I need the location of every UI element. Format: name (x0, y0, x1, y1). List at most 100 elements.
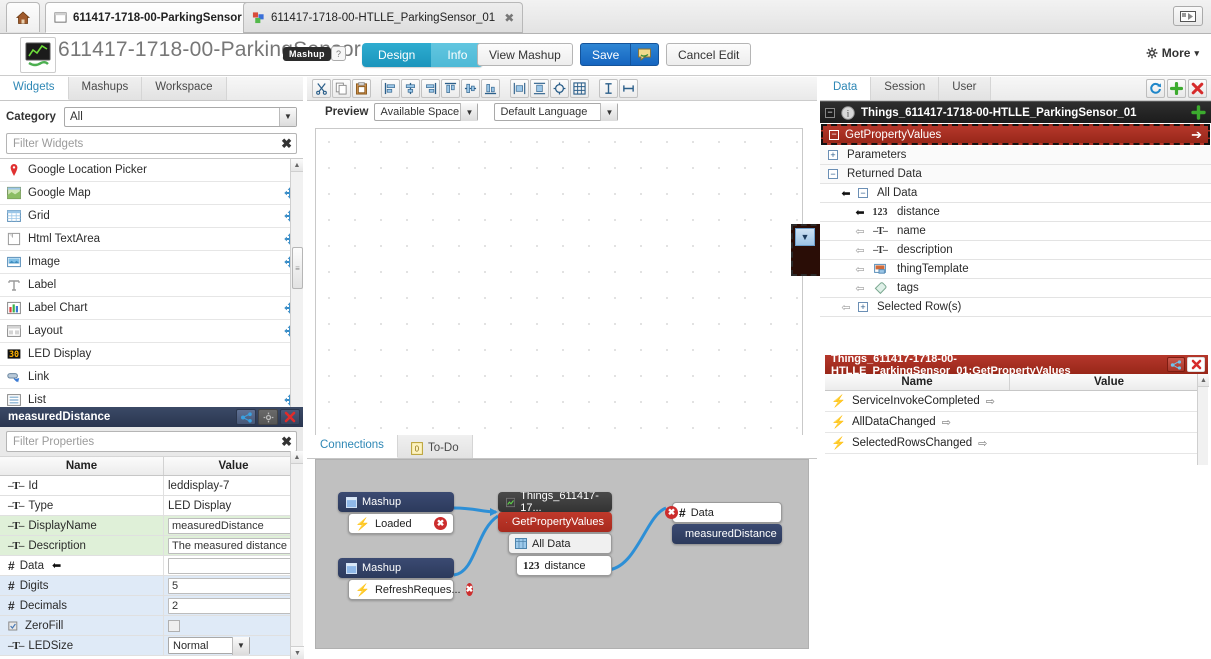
property-row[interactable]: –T– Type LED Display (0, 496, 303, 516)
property-value-cell[interactable]: leddisplay-7 (164, 476, 303, 495)
view-mashup-button[interactable]: View Mashup (477, 43, 573, 66)
align-middle-icon[interactable] (461, 79, 480, 98)
data-tree-node[interactable]: − Returned Data (820, 165, 1211, 184)
tab-session[interactable]: Session (871, 77, 940, 100)
browser-tab-1[interactable]: 611417-1718-00-HTLLE_ParkingSensor_01 ✖ (243, 2, 524, 33)
align-left-icon[interactable] (381, 79, 400, 98)
settings-gear-icon[interactable] (258, 409, 278, 425)
binding-arrow-inactive-icon[interactable]: ⇦ (854, 244, 866, 257)
data-tree-node[interactable]: + Parameters (820, 146, 1211, 165)
collapse-icon[interactable]: − (825, 107, 835, 118)
property-value-cell[interactable]: The measured distance (164, 536, 303, 555)
binding-arrow-icon[interactable]: ⬅ (840, 187, 852, 200)
event-row[interactable]: ⚡ ServiceInvokeCompleted ⇨ (825, 391, 1208, 412)
property-value-input[interactable]: 2 (168, 597, 299, 614)
binding-arrow-inactive-icon[interactable]: ⇦ (854, 225, 866, 238)
browser-tab-0[interactable]: 611417-1718-00-ParkingSensor ✖ (45, 2, 270, 33)
properties-scrollbar[interactable]: ▲ ▼ (290, 451, 304, 659)
binding-arrow-icon[interactable]: ⇨ (986, 395, 995, 408)
expand-icon[interactable]: + (858, 302, 868, 312)
clear-icon[interactable]: ✖ (281, 136, 292, 152)
preview-space-select[interactable]: Available Space ▼ (374, 103, 479, 121)
property-value-cell[interactable] (164, 556, 303, 575)
add-icon[interactable] (1191, 105, 1206, 120)
binding-arrow-inactive-icon[interactable]: ⇦ (840, 301, 852, 314)
distribute-horizontal-icon[interactable] (510, 79, 529, 98)
binding-arrow-icon[interactable]: ⇨ (978, 437, 987, 450)
restore-window-icon[interactable] (1173, 6, 1203, 26)
clear-icon[interactable]: ✖ (281, 434, 292, 450)
property-value-input[interactable]: 5 (168, 577, 299, 594)
property-value-input[interactable] (168, 557, 299, 574)
align-center-icon[interactable] (401, 79, 420, 98)
arrow-right-icon[interactable]: ➔ (1191, 127, 1202, 143)
scroll-down-icon[interactable]: ▼ (291, 646, 304, 659)
filter-widgets-input[interactable]: Filter Widgets ✖ (6, 133, 297, 154)
filter-properties-input[interactable]: Filter Properties ✖ (6, 431, 297, 452)
binding-arrow-inactive-icon[interactable]: ⇦ (854, 282, 866, 295)
binding-arrow-icon[interactable]: ⇨ (942, 416, 951, 429)
scroll-thumb[interactable]: ≡ (292, 247, 303, 289)
distribute-vertical-icon[interactable] (530, 79, 549, 98)
refresh-icon[interactable] (1146, 79, 1165, 98)
mashup-canvas[interactable] (315, 128, 803, 488)
grid-toggle-icon[interactable] (570, 79, 589, 98)
collapse-icon[interactable]: − (858, 188, 868, 198)
binding-arrow-icon[interactable]: ⬅ (854, 206, 866, 219)
add-icon[interactable] (1167, 79, 1186, 98)
data-tree-node[interactable]: ⇦ –T– description (820, 241, 1211, 260)
property-row[interactable]: # Data ⬅ (0, 556, 303, 576)
browser-tab-close[interactable]: ✖ (504, 11, 514, 25)
connections-canvas[interactable]: Mashup ⚡ Loaded ✖ Mashup ⚡ RefreshReques… (315, 459, 809, 649)
data-tree-node[interactable]: ⇦ tags (820, 279, 1211, 298)
chevron-down-icon[interactable]: ▼ (795, 228, 815, 246)
tab-user[interactable]: User (939, 77, 991, 100)
align-right-icon[interactable] (421, 79, 440, 98)
node-mashup-refresh[interactable]: Mashup (338, 558, 454, 578)
property-row[interactable]: # Digits 5 (0, 576, 303, 596)
property-row[interactable]: # Decimals 2 (0, 596, 303, 616)
tab-widgets[interactable]: Widgets (0, 77, 69, 100)
property-value-cell[interactable]: LED Display (164, 496, 303, 515)
property-value-input[interactable]: measuredDistance (168, 517, 299, 534)
widget-list-item[interactable]: Label (0, 274, 302, 297)
cut-icon[interactable] (312, 79, 331, 98)
comment-icon[interactable] (631, 48, 658, 61)
resize-height-icon[interactable] (599, 79, 618, 98)
property-value-checkbox[interactable] (168, 619, 180, 632)
preview-language-select[interactable]: Default Language ▼ (494, 103, 619, 121)
error-badge-icon[interactable]: ✖ (434, 517, 447, 530)
align-bottom-icon[interactable] (481, 79, 500, 98)
tab-mashups[interactable]: Mashups (68, 77, 143, 100)
property-value-input[interactable]: The measured distance (168, 537, 299, 554)
widget-list-item[interactable]: Image (0, 251, 302, 274)
data-tree-node[interactable]: ⬅ 123 distance (820, 203, 1211, 222)
data-source-root[interactable]: − i Things_611417-1718-00-HTLLE_ParkingS… (820, 101, 1211, 123)
node-service-getpropertyvalues[interactable]: GetPropertyValues (498, 512, 612, 532)
help-button[interactable]: ? (331, 46, 346, 61)
node-measured-distance[interactable]: measuredDistance (672, 524, 782, 544)
tab-data[interactable]: Data (820, 77, 872, 100)
selected-service-row[interactable]: − GetPropertyValues ➔ (821, 124, 1210, 145)
home-tab[interactable] (6, 2, 40, 32)
tab-info[interactable]: Info (431, 43, 484, 67)
tab-design[interactable]: Design (362, 43, 432, 67)
paste-icon[interactable] (352, 79, 371, 98)
data-tree-node[interactable]: ⇦ thingTemplate (820, 260, 1211, 279)
copy-icon[interactable] (332, 79, 351, 98)
events-scrollbar[interactable]: ▲ (1197, 374, 1209, 465)
node-all-data[interactable]: All Data (508, 533, 612, 554)
category-select[interactable]: All ▼ (64, 106, 297, 127)
scroll-up-icon[interactable]: ▲ (291, 451, 303, 464)
property-row[interactable]: –T– LEDSize Normal ▼ (0, 636, 303, 656)
save-button[interactable]: Save (580, 43, 660, 66)
event-row[interactable]: ⚡ AllDataChanged ⇨ (825, 412, 1208, 433)
property-value-cell[interactable]: Normal ▼ (164, 636, 303, 655)
data-tree-node[interactable]: ⇦ –T– name (820, 222, 1211, 241)
node-mashup-loaded[interactable]: Mashup (338, 492, 454, 512)
cancel-edit-button[interactable]: Cancel Edit (666, 43, 752, 66)
close-icon[interactable] (1187, 357, 1205, 372)
chevron-down-icon[interactable]: ▼ (279, 107, 296, 126)
delete-icon[interactable] (1188, 79, 1207, 98)
property-row[interactable]: ZeroFill (0, 616, 303, 636)
